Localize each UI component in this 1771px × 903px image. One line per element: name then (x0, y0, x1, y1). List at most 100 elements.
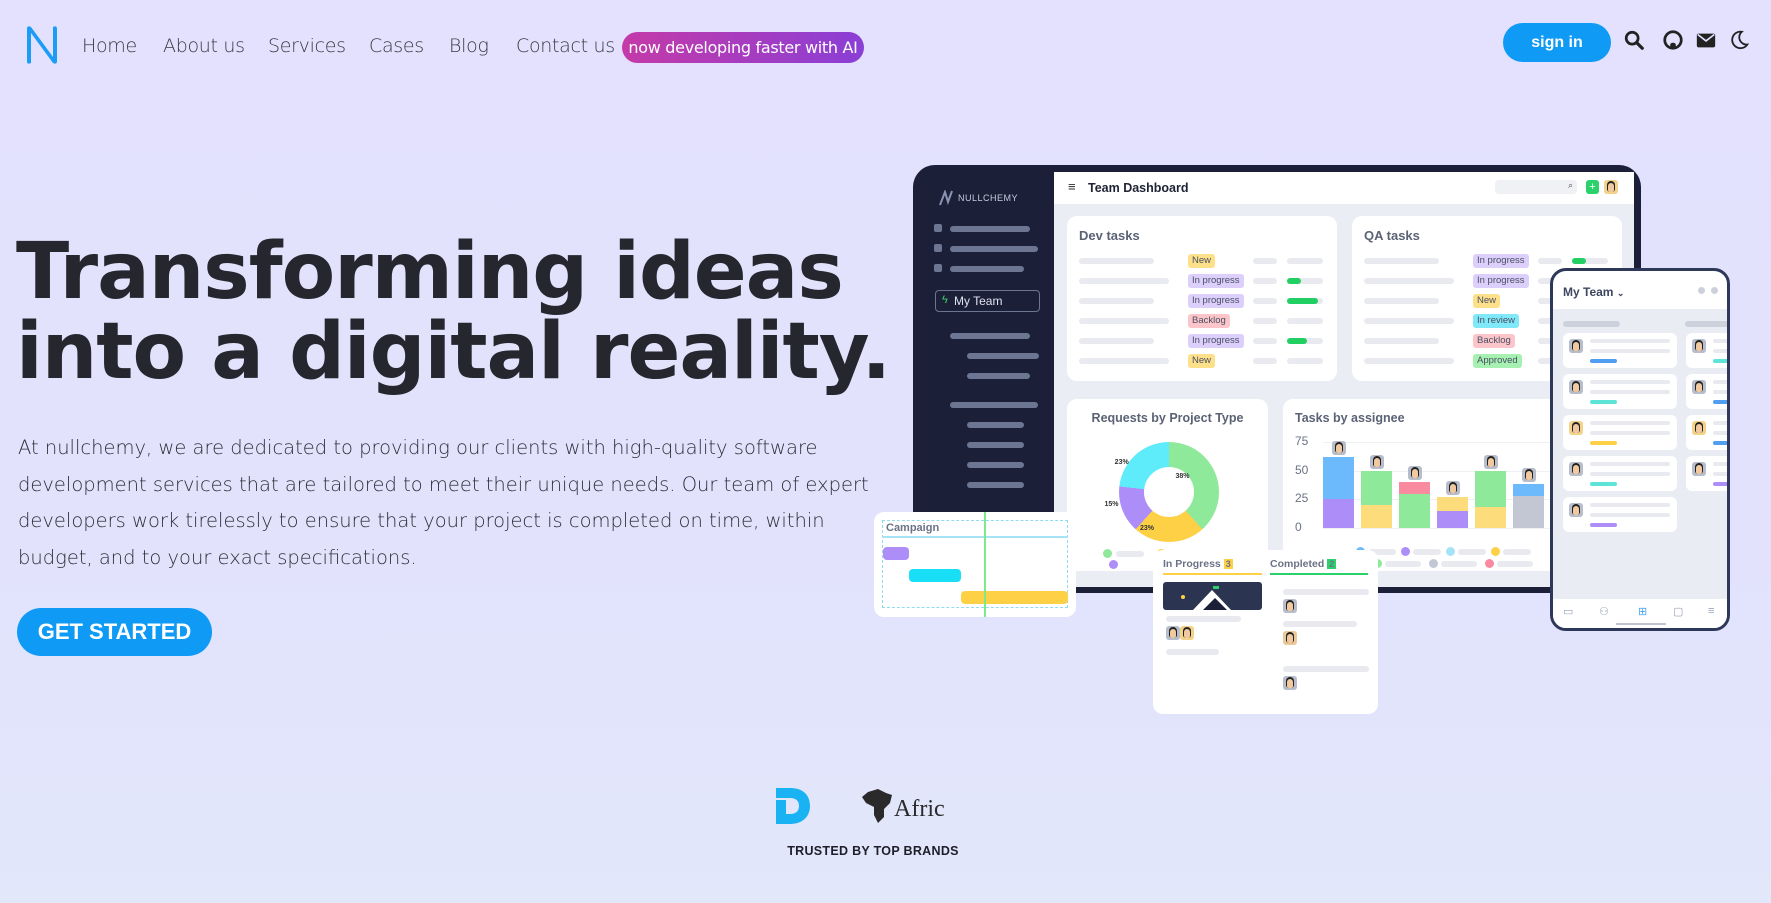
placeholder-bar (1413, 549, 1441, 555)
placeholder-bar (1538, 258, 1562, 264)
nav-cases[interactable]: Cases (369, 35, 424, 57)
placeholder-bar (1253, 338, 1277, 344)
team-member-card (1563, 333, 1677, 368)
kanban-card: In Progress 3 Completed 2 (1153, 550, 1378, 714)
placeholder-bar (1079, 318, 1169, 324)
hero-title-line-1: Transforming ideas (16, 227, 844, 317)
status-bar (1713, 359, 1727, 363)
github-icon[interactable] (1662, 29, 1684, 51)
placeholder-bar (1713, 462, 1727, 466)
campaign-card: Campaign (874, 512, 1076, 617)
status-badge: Backlog (1473, 334, 1515, 348)
avatar (1569, 421, 1583, 435)
legend-dot (1446, 547, 1455, 556)
avatar (1283, 676, 1297, 690)
donut-title: Requests by Project Type (1091, 411, 1244, 425)
placeholder-bar (1079, 358, 1169, 364)
placeholder-bar (1713, 390, 1727, 394)
menu-icon: ≡ (1068, 179, 1076, 194)
donut-label: 38% (1175, 473, 1190, 481)
progress-fill (1572, 258, 1587, 264)
placeholder-bar (1563, 321, 1620, 327)
ai-badge[interactable]: now developing faster with AI (622, 32, 864, 63)
placeholder-bar (1364, 318, 1454, 324)
status-badge: In progress (1188, 294, 1244, 308)
status-badge: New (1188, 254, 1216, 268)
today-line (984, 512, 986, 617)
avatar (1283, 631, 1297, 645)
nullchemy-logo[interactable] (24, 24, 60, 66)
progress-bar (1287, 298, 1323, 304)
brand-logo-d (776, 788, 810, 824)
team-member-card (1563, 497, 1677, 532)
assignee-avatar (1446, 481, 1460, 496)
nav-about[interactable]: About us (163, 35, 245, 57)
placeholder-bar (1713, 421, 1727, 425)
nav-services[interactable]: Services (268, 35, 346, 57)
placeholder-bar (1079, 278, 1169, 284)
nav-blog[interactable]: Blog (449, 35, 489, 57)
avatar (1569, 380, 1583, 394)
sidebar-brand: NULLCHEMY (958, 193, 1019, 203)
placeholder-bar (1503, 549, 1531, 555)
nav-home[interactable]: Home (82, 35, 137, 57)
donut-chart (1119, 442, 1219, 542)
dashboard-title: Team Dashboard (1088, 181, 1189, 195)
team-member-card (1686, 456, 1727, 491)
status-bar (1590, 441, 1617, 445)
placeholder-bar (1079, 298, 1154, 304)
status-bar (1590, 400, 1617, 404)
donut-label: 23% (1114, 458, 1129, 466)
mountain-image (1163, 582, 1262, 610)
avatar (1692, 462, 1706, 476)
sidebar-item (950, 226, 1030, 232)
donut-label: 23% (1140, 525, 1155, 532)
progress-bar (1287, 258, 1323, 264)
donut-label: 15% (1104, 500, 1119, 508)
placeholder-bar (1713, 472, 1727, 476)
status-badge: Approved (1473, 354, 1522, 368)
sidebar-item (967, 442, 1024, 448)
status-badge: Backlog (1188, 314, 1230, 328)
search-icon: ⌕ (1567, 180, 1573, 190)
bolt-icon: ϟ (942, 294, 948, 306)
placeholder-bar (1497, 561, 1533, 567)
search-icon[interactable] (1623, 29, 1645, 51)
progress-bar (1287, 318, 1323, 324)
sidebar-item (967, 373, 1030, 379)
hero-description: At nullchemy, we are dedicated to provid… (18, 436, 869, 569)
progress-bar (1287, 358, 1323, 364)
sign-in-button[interactable]: sign in (1503, 23, 1611, 62)
placeholder-bar (1385, 561, 1421, 567)
placeholder-bar (1590, 380, 1670, 384)
get-started-button[interactable]: GET STARTED (17, 608, 212, 656)
bar-segment (1323, 456, 1354, 500)
placeholder-bar (1364, 258, 1439, 264)
tasks-by-assignee-card: Tasks by assignee 75 50 25 0 (1283, 399, 1563, 571)
legend-dot (1109, 560, 1118, 569)
bar-segment (1475, 507, 1506, 528)
placeholder-bar (1590, 339, 1670, 343)
status-badge: In progress (1473, 254, 1529, 268)
progress-fill (1287, 338, 1307, 344)
y-tick-label: 0 (1295, 520, 1302, 534)
placeholder-bar (1253, 358, 1277, 364)
phone-mockup: My Team ⌄ ▭ ⚇ ⊞ ▢ ≡ (1550, 268, 1730, 631)
placeholder-bar (1590, 349, 1670, 353)
status-badge: New (1188, 354, 1216, 368)
avatar (1692, 421, 1706, 435)
avatar (1180, 626, 1194, 640)
nav-contact[interactable]: Contact us (516, 35, 615, 57)
placeholder-bar (1364, 358, 1454, 364)
legend-dot (1485, 559, 1494, 568)
mail-icon[interactable] (1695, 29, 1717, 51)
placeholder-bar (1364, 298, 1439, 304)
bar-segment (1323, 499, 1354, 528)
bar-segment (1399, 493, 1430, 528)
y-tick-label: 75 (1295, 434, 1309, 448)
requests-card: Requests by Project Type 38% 23% 15% 23% (1067, 399, 1268, 571)
moon-icon[interactable] (1728, 29, 1750, 51)
nullchemy-mini-logo (939, 190, 953, 206)
avatar (1569, 462, 1583, 476)
placeholder-bar (1713, 431, 1727, 435)
